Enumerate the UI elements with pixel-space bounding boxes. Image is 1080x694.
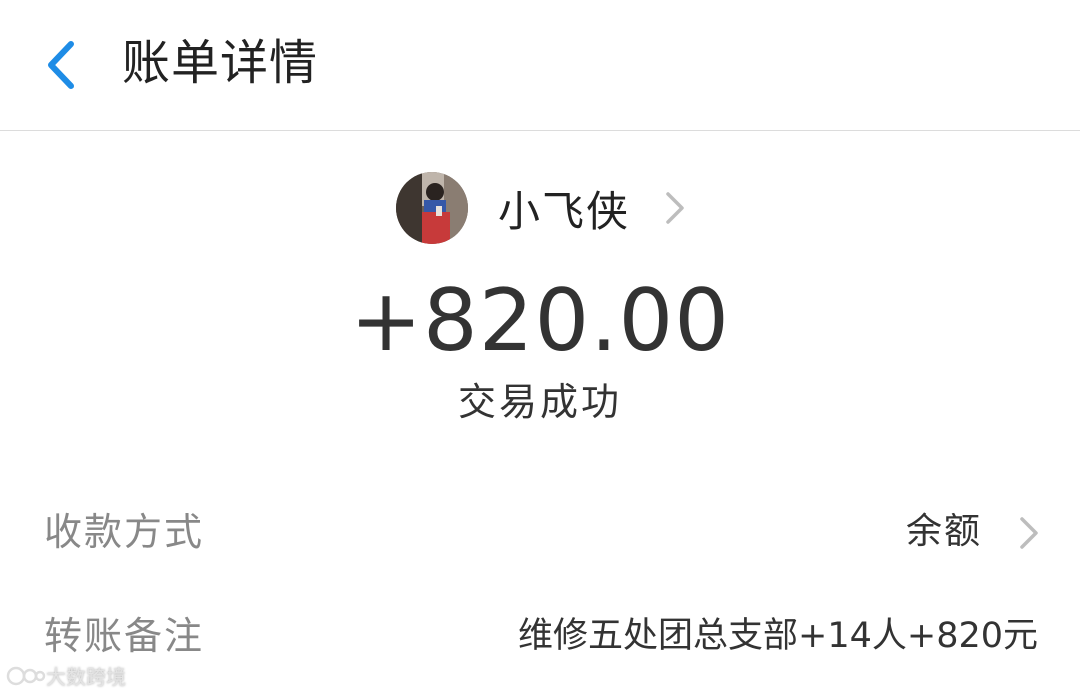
- transfer-note-row: 转账备注 维修五处团总支部+14人+820元: [0, 597, 1080, 677]
- payment-method-label: 收款方式: [44, 510, 205, 554]
- chevron-right-icon: [1018, 515, 1040, 555]
- avatar: [396, 172, 468, 244]
- page-title: 账单详情: [122, 35, 319, 91]
- chevron-right-icon: [664, 190, 686, 226]
- transaction-status: 交易成功: [457, 380, 622, 424]
- transfer-note-label: 转账备注: [44, 614, 205, 658]
- payee-name: 小飞侠: [498, 186, 631, 236]
- payment-method-value: 余额: [905, 511, 982, 552]
- bill-detail-content: 小飞侠 +820.00 交易成功 收款方式 余额 转账备注 维修五处团总支部+1…: [0, 131, 1080, 694]
- chevron-left-icon: [48, 41, 74, 89]
- payment-method-row[interactable]: 收款方式 余额: [0, 493, 1080, 573]
- watermark: 大数跨境: [6, 661, 126, 690]
- back-button[interactable]: [30, 30, 90, 100]
- top-app-bar: 账单详情: [0, 0, 1080, 131]
- transaction-amount: +820.00: [350, 271, 730, 371]
- watermark-logo-icon: [6, 666, 46, 685]
- transfer-note-value: 维修五处团总支部+14人+820元: [518, 616, 1038, 656]
- payee-row[interactable]: 小飞侠: [396, 171, 686, 245]
- watermark-text: 大数跨境: [46, 665, 126, 689]
